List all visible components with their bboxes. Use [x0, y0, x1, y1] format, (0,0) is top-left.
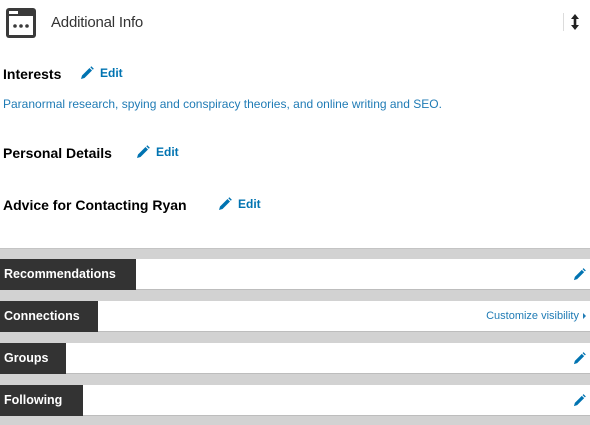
interests-heading: Interests — [3, 66, 62, 82]
interests-text: Paranormal research, spying and conspira… — [3, 97, 442, 111]
connections-row[interactable]: Connections Customize visibility — [0, 301, 590, 332]
pencil-icon — [137, 145, 150, 158]
header-divider — [563, 13, 564, 31]
following-row[interactable]: Following — [0, 385, 590, 416]
edit-label: Edit — [238, 197, 261, 211]
edit-label: Edit — [100, 66, 123, 80]
interests-edit-link[interactable]: Edit — [80, 66, 123, 80]
advice-edit-link[interactable]: Edit — [218, 197, 261, 211]
pencil-icon[interactable] — [573, 268, 586, 281]
advice-heading: Advice for Contacting Ryan — [3, 197, 187, 213]
personal-details-edit-link[interactable]: Edit — [136, 145, 179, 159]
customize-visibility-label: Customize visibility — [486, 310, 579, 322]
recommendations-row[interactable]: Recommendations — [0, 259, 590, 290]
following-label: Following — [0, 385, 83, 416]
reorder-arrows-icon[interactable] — [569, 12, 581, 32]
groups-label: Groups — [0, 343, 66, 374]
folder-dots-icon — [6, 8, 36, 38]
edit-label: Edit — [156, 145, 179, 159]
pencil-icon — [81, 66, 94, 79]
connections-label: Connections — [0, 301, 98, 332]
additional-info-header: Additional Info — [0, 0, 590, 48]
pencil-icon[interactable] — [573, 394, 586, 407]
recommendations-label: Recommendations — [0, 259, 136, 290]
section-title: Additional Info — [51, 14, 144, 31]
pencil-icon[interactable] — [573, 352, 586, 365]
caret-right-icon — [583, 313, 586, 319]
groups-row[interactable]: Groups — [0, 343, 590, 374]
customize-visibility-link[interactable]: Customize visibility — [486, 310, 586, 322]
pencil-icon — [219, 197, 232, 210]
personal-details-heading: Personal Details — [3, 145, 112, 161]
